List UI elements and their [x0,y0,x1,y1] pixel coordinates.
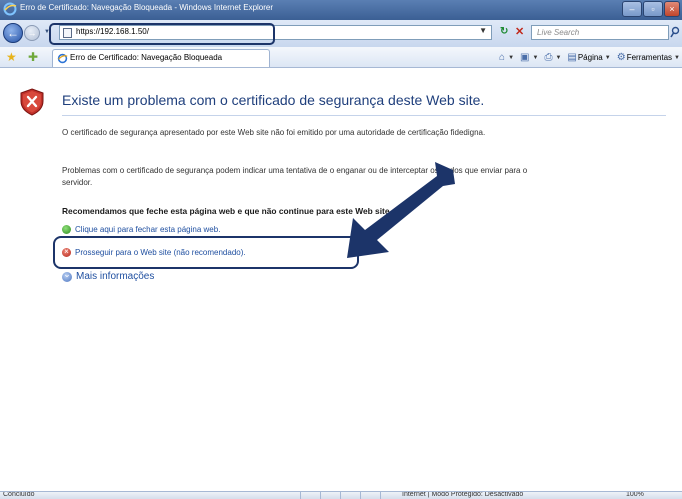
title-bar: Erro de Certificado: Navegação Bloqueada… [0,0,682,20]
status-separator [300,492,301,499]
add-favorites-icon[interactable]: ✚ [28,50,38,64]
refresh-icon[interactable]: ↻ [500,26,512,38]
security-shield-icon [20,88,44,116]
page-dropdown-icon: ▼ [604,54,611,61]
search-icon[interactable] [670,26,680,38]
status-separator [340,492,341,499]
more-information-label: Mais informações [76,271,155,282]
status-separator [360,492,361,499]
gear-icon: ⚙ [616,52,626,63]
home-icon: ⌂ [499,52,506,63]
internet-explorer-icon [3,2,17,16]
close-page-link[interactable]: Clique aqui para fechar esta página web. [62,225,220,234]
home-button[interactable]: ⌂ ▼ [499,52,514,63]
search-placeholder: Live Search [537,28,580,37]
url-dropdown-icon[interactable]: ▼ [479,26,487,35]
tab-certificate-error[interactable]: Erro de Certificado: Navegação Bloqueada [52,49,270,67]
minimize-button[interactable]: – [622,1,642,17]
status-bar: Concluído Internet | Modo Protegido: Des… [0,491,682,499]
print-dropdown-icon: ▼ [555,54,562,61]
url-highlight-outline [49,23,275,45]
tab-bar: ★ ✚ Erro de Certificado: Navegação Bloqu… [0,47,682,68]
feeds-button[interactable]: ▣ ▼ [520,52,538,63]
maximize-button[interactable]: ▫ [643,1,663,17]
page-menu-label: Página [577,53,603,62]
home-dropdown-icon: ▼ [508,54,515,61]
tools-menu-button[interactable]: ⚙ Ferramentas ▼ [617,52,680,63]
more-information-link[interactable]: Mais informações [62,268,155,282]
page-icon: ▤ [567,52,577,63]
close-button[interactable]: × [664,1,680,17]
close-icon: × [669,4,675,14]
window-title: Erro de Certificado: Navegação Bloqueada… [20,3,274,12]
page-content: Existe um problema com o certificado de … [0,68,682,491]
page-menu-button[interactable]: ▤ Página ▼ [567,52,610,63]
feeds-dropdown-icon: ▼ [532,54,539,61]
recommendation-text: Recomendamos que feche esta página web e… [62,206,392,216]
command-bar: ⌂ ▼ ▣ ▼ ⎙ ▼ ▤ Página ▼ ⚙ Ferramentas ▼ [493,50,680,65]
paragraph-untrusted-authority: O certificado de segurança apresentado p… [62,128,486,137]
pointer-arrow-icon [347,162,455,258]
search-input[interactable]: Live Search [531,25,669,40]
favorites-star-icon[interactable]: ★ [6,50,17,64]
paragraph-interception-warning: Problemas com o certificado de segurança… [62,166,528,187]
forward-button[interactable]: → [24,25,40,41]
status-text: Concluído [3,491,35,498]
browser-window: { "window": { "title": "Erro de Certific… [0,0,682,499]
forward-arrow-icon: → [27,28,37,38]
back-arrow-icon: ← [7,26,19,40]
window-controls: – ▫ × [621,1,680,18]
tab-label: Erro de Certificado: Navegação Bloqueada [70,53,223,62]
back-button[interactable]: ← [3,23,23,43]
tools-dropdown-icon: ▼ [674,54,680,61]
status-separator [380,492,381,499]
proceed-link-highlight-outline [53,236,359,269]
maximize-icon: ▫ [651,4,655,14]
print-button[interactable]: ⎙ ▼ [544,52,561,63]
minimize-icon: – [629,4,635,14]
status-separator [320,492,321,499]
expand-icon [62,268,72,282]
tools-menu-label: Ferramentas [626,53,673,62]
internet-explorer-icon [57,53,68,64]
divider [62,115,666,116]
error-headline: Existe um problema com o certificado de … [62,92,485,108]
feeds-icon: ▣ [520,52,530,63]
stop-icon[interactable]: ✕ [515,26,527,38]
green-shield-icon [62,225,71,234]
security-zone-text[interactable]: Internet | Modo Protegido: Desactivado [402,492,523,498]
close-page-link-label: Clique aqui para fechar esta página web. [75,225,221,234]
zoom-level[interactable]: 100% [626,492,644,498]
print-icon: ⎙ [544,52,553,63]
